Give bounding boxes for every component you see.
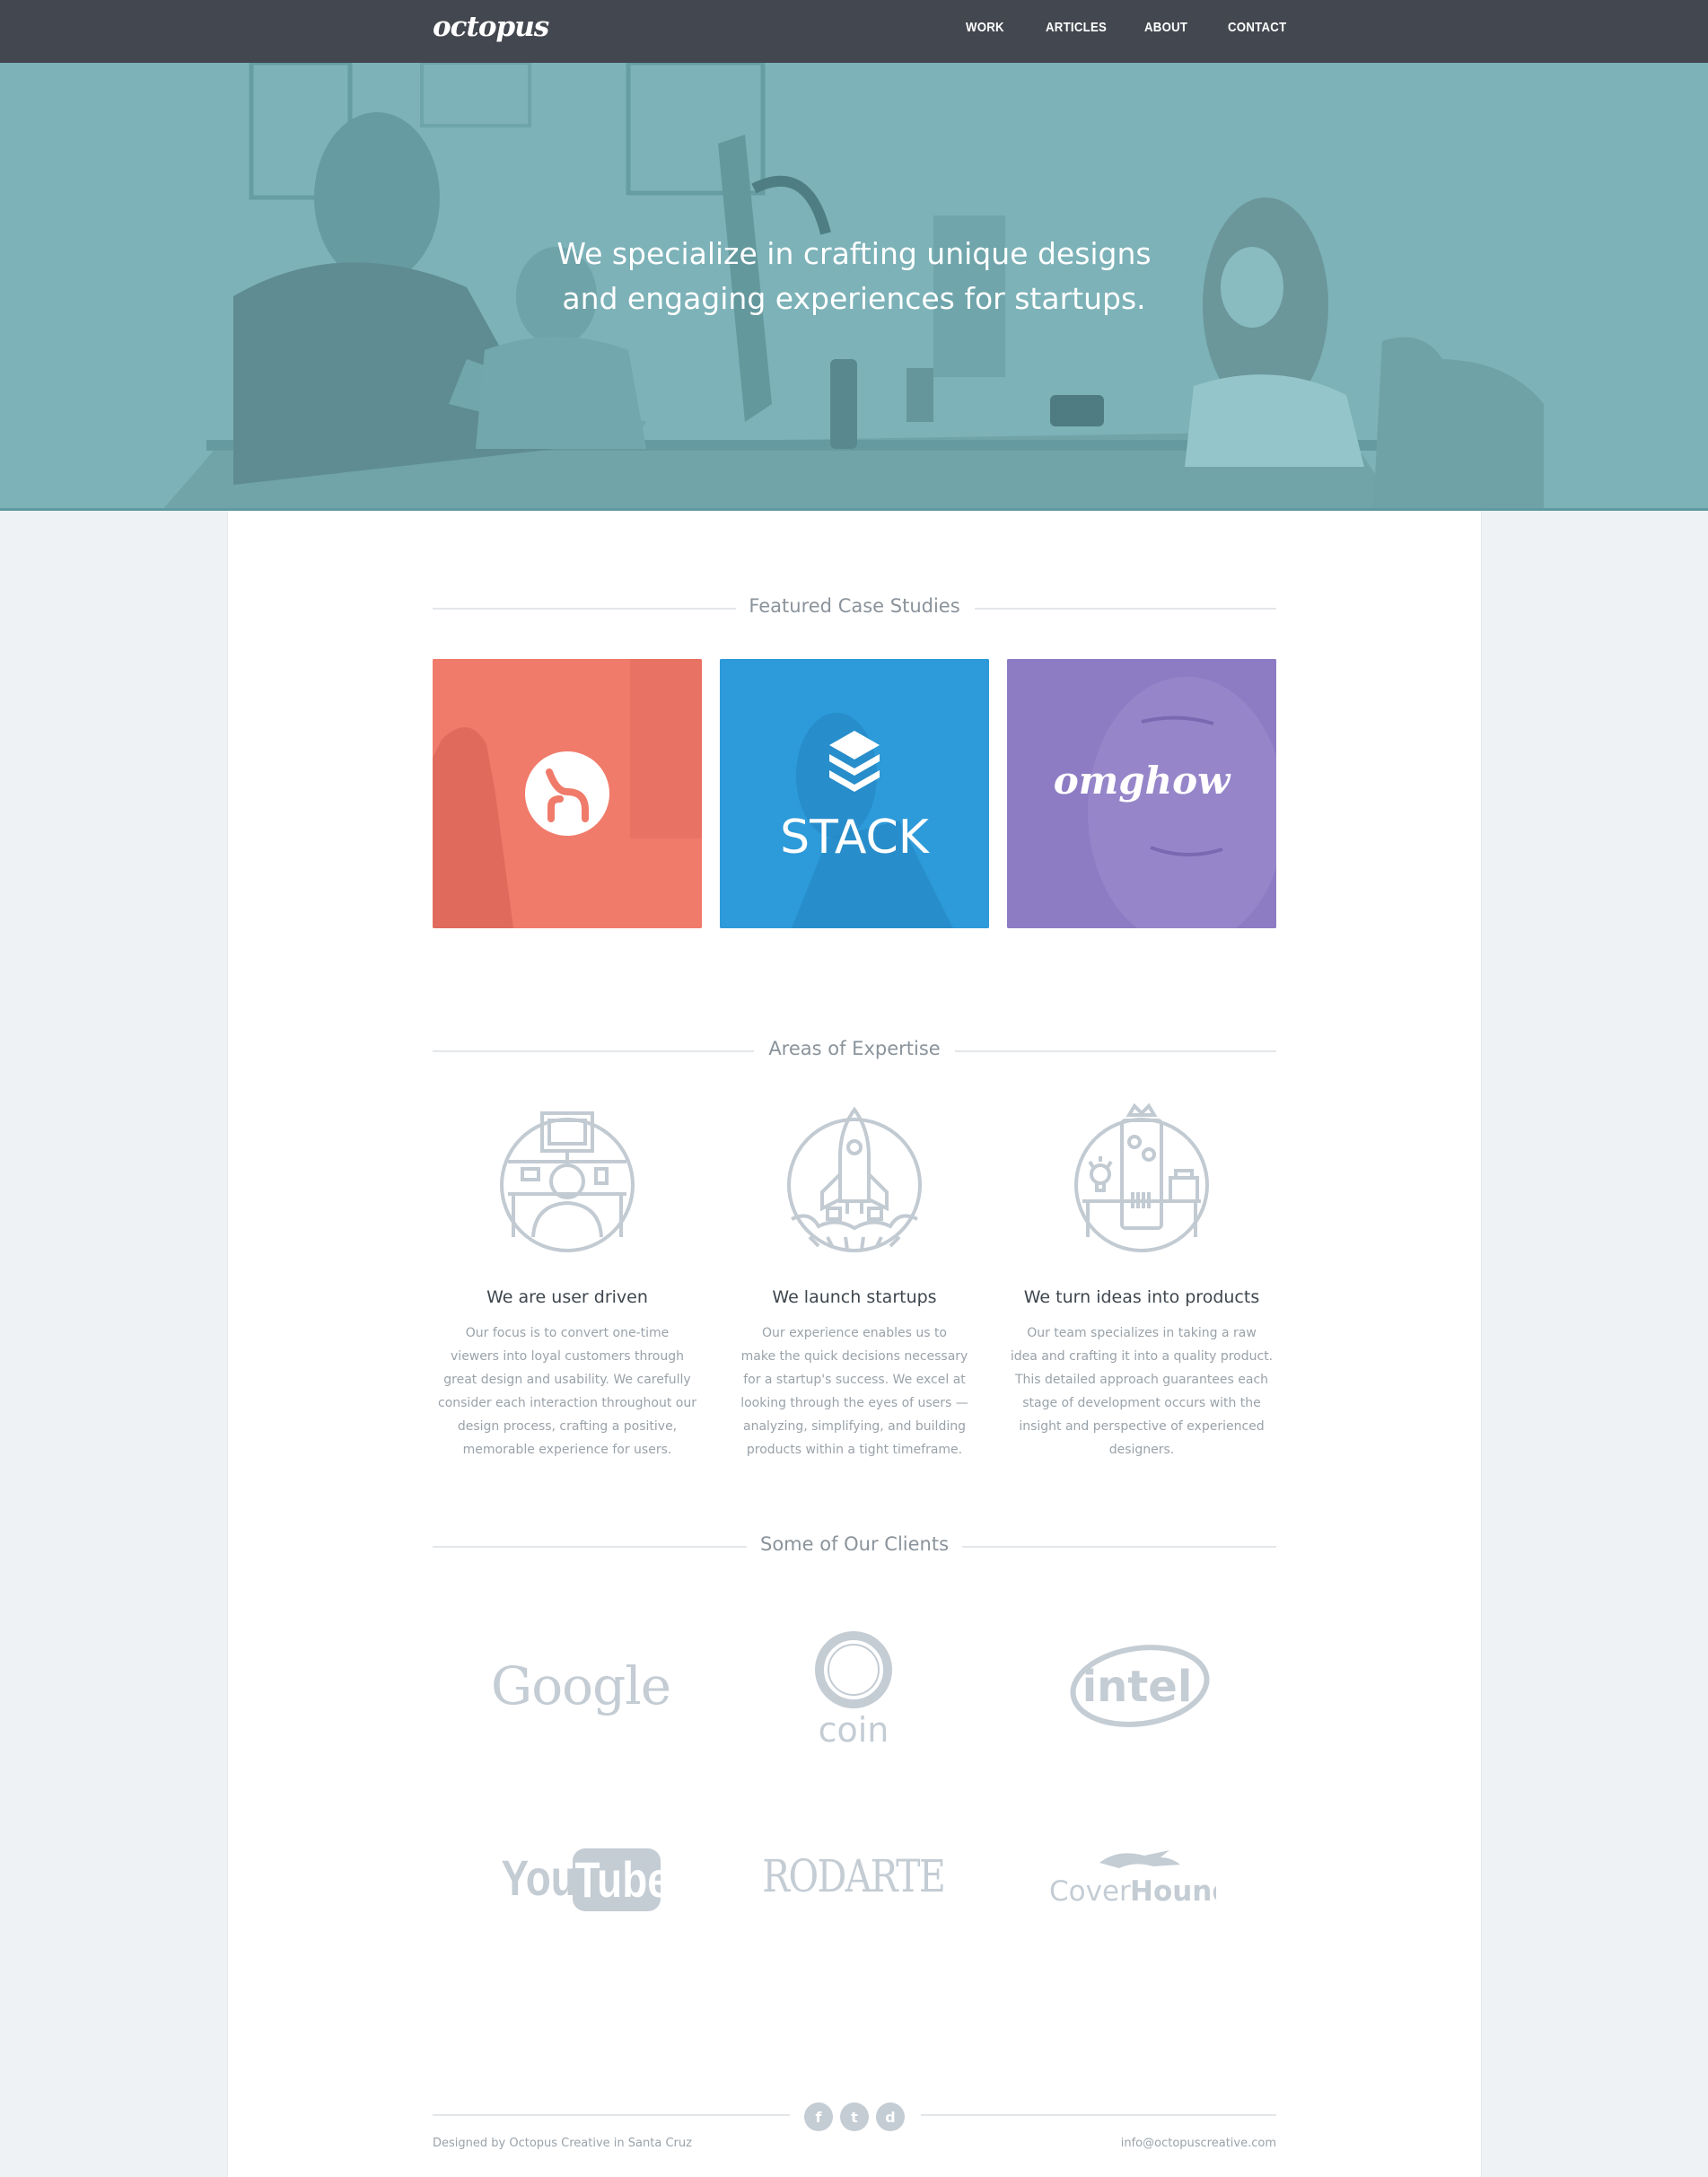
facebook-icon[interactable]: f bbox=[804, 2102, 833, 2131]
omghow-wordmark: omghow bbox=[1054, 759, 1231, 803]
expertise-title-ideas: We turn ideas into products bbox=[1023, 1287, 1260, 1307]
google-wordmark: Google bbox=[490, 1655, 671, 1716]
stack-wordmark: STACK bbox=[780, 811, 931, 865]
coverhound-hound: Hound bbox=[1130, 1875, 1216, 1908]
hero-banner: We specialize in crafting unique designs… bbox=[0, 63, 1708, 511]
text-line: products within a tight timeframe. bbox=[746, 1443, 963, 1457]
idea-machine-icon bbox=[1074, 1102, 1209, 1252]
case-studies-heading: Featured Case Studies bbox=[433, 595, 1276, 622]
rocket-icon bbox=[787, 1106, 922, 1252]
client-intel-logo: intel bbox=[1014, 1632, 1266, 1740]
client-coin-logo: coin bbox=[728, 1625, 979, 1751]
client-youtube-logo: You Tube bbox=[455, 1822, 706, 1930]
nav-about[interactable]: ABOUT bbox=[1144, 20, 1187, 35]
expertise-text-launch: Our experience enables us to make the qu… bbox=[720, 1321, 989, 1462]
top-navigation-bar: octopus WORK ARTICLES ABOUT CONTACT bbox=[0, 0, 1708, 63]
coin-wordmark: coin bbox=[819, 1710, 889, 1750]
intel-logo-mark: intel bbox=[1070, 1645, 1210, 1727]
text-line: analyzing, simplifying, and building bbox=[743, 1419, 966, 1434]
coverhound-logo-mark: Cover Hound bbox=[1049, 1850, 1216, 1908]
nav-contact[interactable]: CONTACT bbox=[1228, 20, 1286, 35]
user-at-desk-icon bbox=[500, 1111, 635, 1252]
text-line: designers. bbox=[1108, 1443, 1175, 1457]
text-line: This detailed approach guarantees each bbox=[1014, 1373, 1269, 1387]
octopus-logo[interactable]: octopus bbox=[433, 11, 549, 43]
text-line: great design and usability. We carefully bbox=[443, 1373, 691, 1387]
footer-credit: Designed by Octopus Creative in Santa Cr… bbox=[433, 2137, 692, 2150]
expertise-heading: Areas of Expertise bbox=[433, 1038, 1276, 1065]
text-line: memorable experience for users. bbox=[462, 1443, 672, 1457]
case-study-stack[interactable]: STACK bbox=[720, 659, 989, 928]
text-line: consider each interaction throughout our bbox=[438, 1396, 696, 1410]
expertise-title: Areas of Expertise bbox=[768, 1038, 941, 1059]
nav-articles[interactable]: ARTICLES bbox=[1046, 20, 1107, 35]
youtube-you: You bbox=[502, 1850, 576, 1906]
client-rodarte-logo: RODARTE bbox=[728, 1822, 979, 1930]
clients-heading: Some of Our Clients bbox=[433, 1533, 1276, 1560]
clients-title: Some of Our Clients bbox=[759, 1533, 950, 1555]
dribbble-icon[interactable]: d bbox=[876, 2102, 905, 2131]
nav-work[interactable]: WORK bbox=[966, 20, 1004, 35]
expertise-title-user-driven: We are user driven bbox=[486, 1287, 648, 1307]
coin-logo-mark: coin bbox=[815, 1631, 892, 1750]
text-line: idea and crafting it into a quality prod… bbox=[1010, 1349, 1274, 1364]
rodarte-wordmark: RODARTE bbox=[762, 1850, 947, 1902]
expertise-text-ideas: Our team specializes in taking a raw ide… bbox=[1007, 1321, 1276, 1462]
hero-tagline-line-2: and engaging experiences for startups. bbox=[562, 281, 1146, 316]
case-study-omghow-image: omghow bbox=[1007, 659, 1276, 928]
text-line: for a startup's success. We excel at bbox=[743, 1373, 966, 1387]
hero-tagline-line-1: We specialize in crafting unique designs bbox=[556, 236, 1152, 271]
footer-email-link[interactable]: info@octopuscreative.com bbox=[1121, 2137, 1276, 2150]
text-line: stage of development occurs with the bbox=[1022, 1396, 1261, 1410]
intel-wordmark: intel bbox=[1082, 1662, 1193, 1712]
hero-tagline: We specialize in crafting unique designs… bbox=[0, 232, 1708, 321]
case-study-h-image bbox=[433, 659, 702, 928]
footer-divider bbox=[433, 2114, 790, 2116]
case-study-omghow[interactable]: omghow bbox=[1007, 659, 1276, 928]
text-line: design process, crafting a positive, bbox=[457, 1419, 678, 1434]
case-studies-title: Featured Case Studies bbox=[749, 595, 960, 617]
text-line: make the quick decisions necessary bbox=[740, 1349, 968, 1364]
case-study-stack-image: STACK bbox=[720, 659, 989, 928]
youtube-tube: Tube bbox=[575, 1852, 666, 1908]
text-line: Our focus is to convert one-time bbox=[465, 1326, 670, 1340]
youtube-logo-mark: You Tube bbox=[502, 1848, 666, 1911]
text-line: looking through the eyes of users — bbox=[740, 1396, 968, 1410]
text-line: Our experience enables us to bbox=[761, 1326, 947, 1340]
case-study-h[interactable] bbox=[433, 659, 702, 928]
expertise-text-user-driven: Our focus is to convert one-time viewers… bbox=[433, 1321, 702, 1462]
text-line: viewers into loyal customers through bbox=[451, 1349, 684, 1364]
client-google-logo: Google bbox=[455, 1632, 706, 1740]
client-coverhound-logo: Cover Hound bbox=[1001, 1822, 1252, 1930]
text-line: insight and perspective of experienced bbox=[1019, 1419, 1265, 1434]
footer-divider bbox=[921, 2114, 1276, 2116]
expertise-title-launch: We launch startups bbox=[772, 1287, 937, 1307]
twitter-icon[interactable]: t bbox=[840, 2102, 869, 2131]
text-line: Our team specializes in taking a raw bbox=[1027, 1326, 1257, 1340]
coverhound-cover: Cover bbox=[1049, 1875, 1131, 1908]
